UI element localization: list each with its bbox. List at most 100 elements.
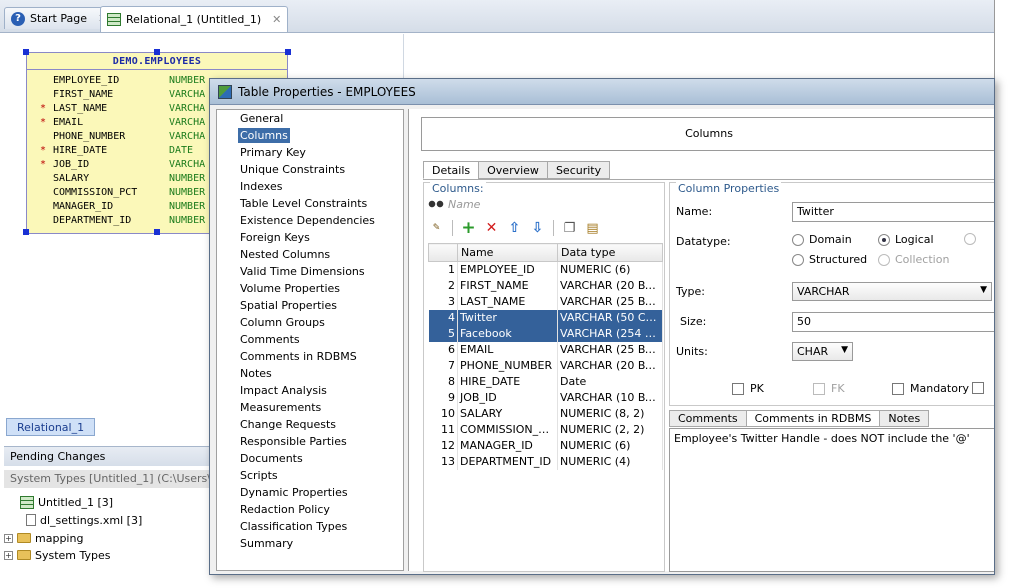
column-name-cell[interactable]: Twitter <box>457 309 558 326</box>
nav-item[interactable]: Classification Types <box>217 518 403 535</box>
column-name-cell[interactable]: Facebook <box>457 325 558 342</box>
table-row[interactable]: 5 Facebook VARCHAR (254 C... <box>428 325 663 342</box>
tree-item-untitled[interactable]: Untitled_1 [3] <box>20 494 113 510</box>
size-input[interactable]: 50 <box>792 312 994 332</box>
radio-button[interactable] <box>792 253 804 266</box>
data-type-cell[interactable]: NUMERIC (4) <box>557 453 663 470</box>
column-filter[interactable]: Name <box>428 195 658 213</box>
nav-item[interactable]: Dynamic Properties <box>217 484 403 501</box>
selection-handle[interactable] <box>285 49 291 55</box>
close-icon[interactable]: ✕ <box>272 13 281 26</box>
column-name-cell[interactable]: FIRST_NAME <box>457 277 558 294</box>
nav-item[interactable]: Impact Analysis <box>217 382 403 399</box>
column-name-cell[interactable]: COMMISSION_PCT <box>457 421 558 438</box>
data-type-cell[interactable]: NUMERIC (6) <box>557 437 663 454</box>
tree-item-mapping[interactable]: + mapping <box>4 530 83 546</box>
name-input[interactable]: Twitter <box>792 202 994 222</box>
table-row[interactable]: 2 FIRST_NAME VARCHAR (20 BYTE) <box>428 277 663 294</box>
table-row[interactable]: 4 Twitter VARCHAR (50 CH... <box>428 309 663 326</box>
nav-item[interactable]: Spatial Properties <box>217 297 403 314</box>
data-type-cell[interactable]: Date <box>557 373 663 390</box>
data-type-cell[interactable]: VARCHAR (20 BYTE) <box>557 357 663 374</box>
fk-checkbox[interactable]: FK <box>813 382 845 395</box>
selection-handle[interactable] <box>154 49 160 55</box>
units-select[interactable]: CHAR ▼ <box>792 342 853 361</box>
selection-handle[interactable] <box>23 49 29 55</box>
checkbox-box[interactable] <box>732 382 744 395</box>
data-type-cell[interactable]: NUMERIC (2, 2) <box>557 421 663 438</box>
nav-item[interactable]: Foreign Keys <box>217 229 403 246</box>
data-type-cell[interactable]: VARCHAR (25 BYTE) <box>557 341 663 358</box>
table-row[interactable]: 9 JOB_ID VARCHAR (10 BYTE) <box>428 389 663 406</box>
column-name-cell[interactable]: LAST_NAME <box>457 293 558 310</box>
checkbox-box[interactable] <box>813 382 825 395</box>
nav-item[interactable]: Change Requests <box>217 416 403 433</box>
nav-item[interactable]: Volume Properties <box>217 280 403 297</box>
datatype-radio[interactable]: Domain <box>792 233 852 246</box>
column-name-cell[interactable]: JOB_ID <box>457 389 558 406</box>
radio-button[interactable] <box>878 253 890 266</box>
move-down-icon[interactable]: ⇩ <box>529 220 546 237</box>
nav-item[interactable]: Nested Columns <box>217 246 403 263</box>
table-row[interactable]: 6 EMAIL VARCHAR (25 BYTE) <box>428 341 663 358</box>
table-row[interactable]: 11 COMMISSION_PCT NUMERIC (2, 2) <box>428 421 663 438</box>
data-type-cell[interactable]: VARCHAR (20 BYTE) <box>557 277 663 294</box>
table-row[interactable]: 10 SALARY NUMERIC (8, 2) <box>428 405 663 422</box>
nav-item[interactable]: Responsible Parties <box>217 433 403 450</box>
column-name-cell[interactable]: MANAGER_ID <box>457 437 558 454</box>
tab-overview[interactable]: Overview <box>478 161 547 179</box>
column-name-cell[interactable]: EMPLOYEE_ID <box>457 261 558 278</box>
mandatory-checkbox[interactable]: Mandatory <box>892 382 969 395</box>
data-type-cell[interactable]: VARCHAR (254 C... <box>557 325 663 342</box>
nav-item[interactable]: General <box>217 110 403 127</box>
data-type-cell[interactable]: VARCHAR (50 CH... <box>557 309 663 326</box>
radio-button[interactable] <box>964 233 976 245</box>
table-row[interactable]: 8 HIRE_DATE Date <box>428 373 663 390</box>
nav-item[interactable]: Valid Time Dimensions <box>217 263 403 280</box>
paste-icon[interactable]: ▤ <box>584 220 601 237</box>
column-name-cell[interactable]: EMAIL <box>457 341 558 358</box>
type-select[interactable]: VARCHAR ▼ <box>792 282 992 301</box>
table-row[interactable]: 1 EMPLOYEE_ID NUMERIC (6) <box>428 261 663 278</box>
comment-tab[interactable]: Notes <box>879 410 930 427</box>
checkbox-box[interactable] <box>892 382 904 395</box>
comments-in-rdbms-text[interactable]: Employee's Twitter Handle - does NOT inc… <box>669 428 994 572</box>
table-row[interactable]: 13 DEPARTMENT_ID NUMERIC (4) <box>428 453 663 470</box>
nav-item[interactable]: Scripts <box>217 467 403 484</box>
nav-item[interactable]: Redaction Policy <box>217 501 403 518</box>
tab-details[interactable]: Details <box>423 161 479 179</box>
header-data-type[interactable]: Data type <box>557 243 663 262</box>
data-type-cell[interactable]: NUMERIC (6) <box>557 261 663 278</box>
pk-checkbox[interactable]: PK <box>732 382 764 395</box>
move-up-icon[interactable]: ⇧ <box>506 220 523 237</box>
selection-handle[interactable] <box>154 229 160 235</box>
column-name-cell[interactable]: HIRE_DATE <box>457 373 558 390</box>
data-type-cell[interactable]: NUMERIC (8, 2) <box>557 405 663 422</box>
datatype-radio[interactable]: Collection <box>878 253 949 266</box>
header-name[interactable]: Name <box>457 243 558 262</box>
table-row[interactable]: 12 MANAGER_ID NUMERIC (6) <box>428 437 663 454</box>
tree-item-system-types[interactable]: + System Types <box>4 547 111 563</box>
tab-relational[interactable]: Relational_1 (Untitled_1) ✕ <box>100 6 289 32</box>
nav-item[interactable]: Primary Key <box>217 144 403 161</box>
tab-security[interactable]: Security <box>546 161 611 179</box>
nav-item[interactable]: Comments in RDBMS <box>217 348 403 365</box>
radio-button[interactable] <box>792 233 804 246</box>
diagram-tab[interactable]: Relational_1 <box>6 418 96 436</box>
column-name-cell[interactable]: SALARY <box>457 405 558 422</box>
nav-item[interactable]: Column Groups <box>217 314 403 331</box>
nav-item[interactable]: Comments <box>217 331 403 348</box>
selection-handle[interactable] <box>23 229 29 235</box>
nav-item[interactable]: Columns <box>217 127 403 144</box>
data-type-cell[interactable]: VARCHAR (10 BYTE) <box>557 389 663 406</box>
partial-checkbox[interactable] <box>972 382 984 394</box>
expand-icon[interactable]: + <box>4 550 13 560</box>
nav-item[interactable]: Notes <box>217 365 403 382</box>
comment-tab[interactable]: Comments <box>669 410 746 427</box>
radio-button[interactable] <box>878 233 890 246</box>
copy-icon[interactable]: ❐ <box>561 220 578 237</box>
checkbox-box[interactable] <box>972 382 984 394</box>
column-name-cell[interactable]: PHONE_NUMBER <box>457 357 558 374</box>
datatype-radio[interactable] <box>964 233 981 245</box>
table-row[interactable]: 7 PHONE_NUMBER VARCHAR (20 BYTE) <box>428 357 663 374</box>
